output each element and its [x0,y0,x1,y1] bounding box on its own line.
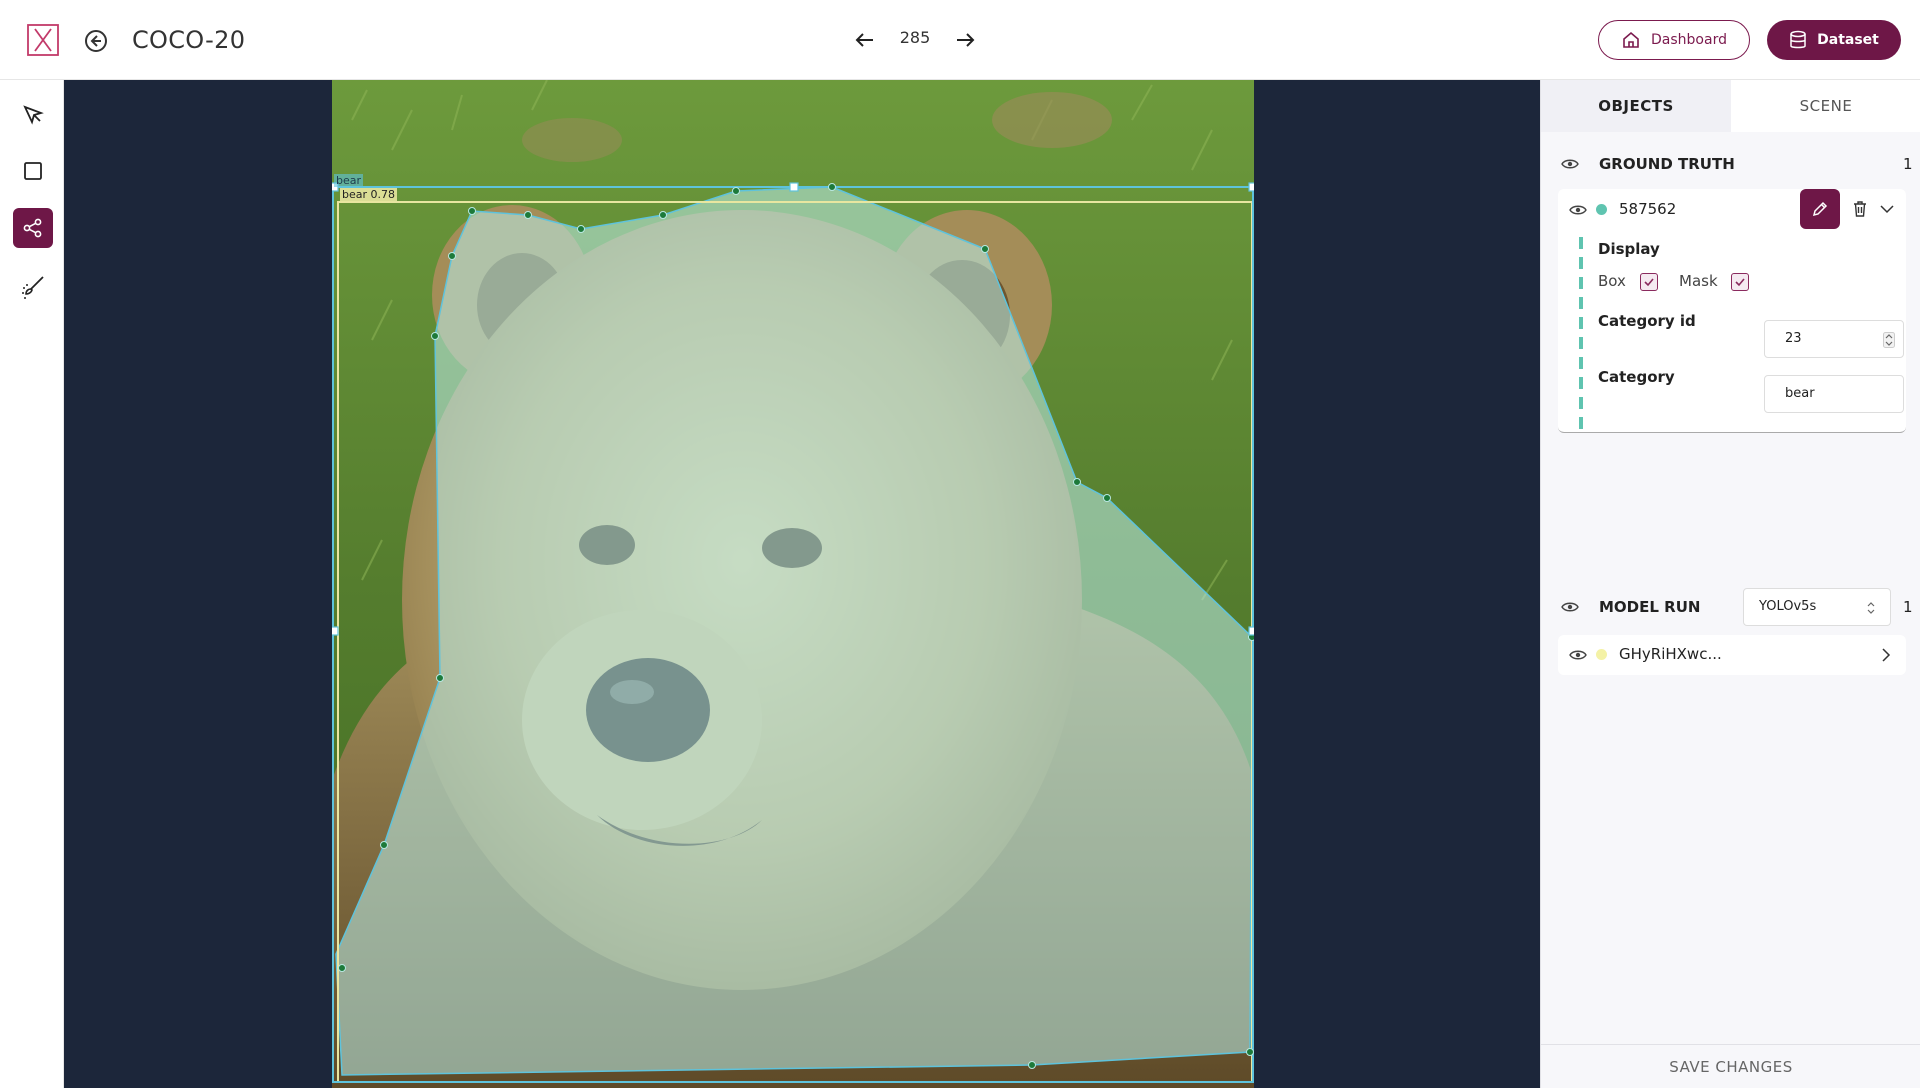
bounding-box-tool[interactable] [13,151,53,191]
item-index: 285 [899,28,931,47]
pointer-icon [23,105,44,125]
polygon-icon [23,218,42,238]
tool-sidebar [0,80,64,1088]
next-item-button[interactable] [951,27,979,53]
object-color-dot [1596,204,1607,215]
ground-truth-object-card: 587562 Display Box Mask Category id 23 C… [1558,189,1906,433]
object-color-guide [1579,237,1583,433]
back-button[interactable] [83,28,109,54]
dataset-button-label: Dataset [1817,32,1879,48]
dashboard-button[interactable]: Dashboard [1598,20,1750,60]
bounding-box-icon [24,162,42,180]
display-label: Display [1598,240,1660,258]
category-label: Category [1598,368,1675,386]
delete-object-button[interactable] [1850,199,1870,219]
back-arrow-icon [85,30,107,52]
previous-item-button[interactable] [851,27,879,53]
prediction-box-label: bear 0.78 [340,188,398,201]
dataset-title: COCO-20 [132,26,246,54]
object-id: GHyRiHXwc... [1619,645,1722,663]
save-changes-button[interactable]: SAVE CHANGES [1541,1044,1920,1088]
object-visibility-icon[interactable] [1569,648,1587,662]
collapse-object-button[interactable] [1876,199,1898,219]
ground-truth-title: GROUND TRUTH [1599,155,1735,173]
model-select[interactable]: YOLOv5s [1743,588,1891,626]
ground-truth-count: 1 [1903,155,1913,173]
category-id-value: 23 [1785,331,1802,346]
pointer-tool[interactable] [13,95,53,135]
brush-icon [22,276,44,299]
pencil-icon [1812,201,1828,217]
database-icon [1790,30,1806,49]
model-run-title: MODEL RUN [1599,598,1701,616]
arrow-left-icon [855,33,873,47]
category-id-input[interactable]: 23 [1764,320,1904,358]
box-checkbox[interactable] [1640,273,1658,291]
object-id: 587562 [1619,200,1677,218]
check-icon [1644,278,1654,287]
category-id-label: Category id [1598,312,1696,330]
app-logo[interactable] [27,24,59,56]
brush-tool[interactable] [13,267,53,307]
box-label: Box [1598,272,1626,290]
model-run-visibility-icon[interactable] [1561,600,1579,614]
tab-objects[interactable]: OBJECTS [1541,80,1731,132]
home-icon [1623,31,1639,48]
model-run-object-card[interactable]: GHyRiHXwc... [1558,635,1906,675]
top-bar: COCO-20 285 Dashboard Dataset [0,0,1920,80]
objects-panel: OBJECTS SCENE GROUND TRUTH 1 587562 Disp [1540,80,1920,1088]
dashboard-button-label: Dashboard [1651,32,1727,48]
edit-object-button[interactable] [1800,189,1840,229]
chevron-down-icon [1880,205,1894,214]
tab-scene[interactable]: SCENE [1731,80,1920,132]
trash-icon [1854,201,1866,217]
ground-truth-visibility-icon[interactable] [1561,157,1579,171]
chevron-right-icon[interactable] [1876,645,1896,665]
mask-checkbox[interactable] [1731,273,1749,291]
object-color-dot [1596,649,1607,660]
polygon-tool[interactable] [13,208,53,248]
check-icon [1735,278,1745,287]
mask-label: Mask [1679,272,1718,290]
annotation-overlay[interactable] [332,80,1254,1088]
category-input[interactable]: bear [1764,375,1904,413]
annotation-canvas[interactable]: bear bear 0.78 [64,80,1540,1088]
dataset-button[interactable]: Dataset [1767,20,1901,60]
model-select-value: YOLOv5s [1759,599,1817,614]
gt-mask-polygon[interactable] [335,186,1253,1076]
stepper-icon[interactable] [1883,332,1895,348]
bear-image: bear bear 0.78 [332,80,1254,1088]
select-chevrons-icon [1867,602,1875,614]
category-value: bear [1785,386,1815,401]
model-run-count: 1 [1903,598,1913,616]
arrow-right-icon [957,33,975,47]
object-visibility-icon[interactable] [1569,203,1587,217]
app-logo-icon [27,24,59,56]
gt-box-label: bear [334,174,364,187]
